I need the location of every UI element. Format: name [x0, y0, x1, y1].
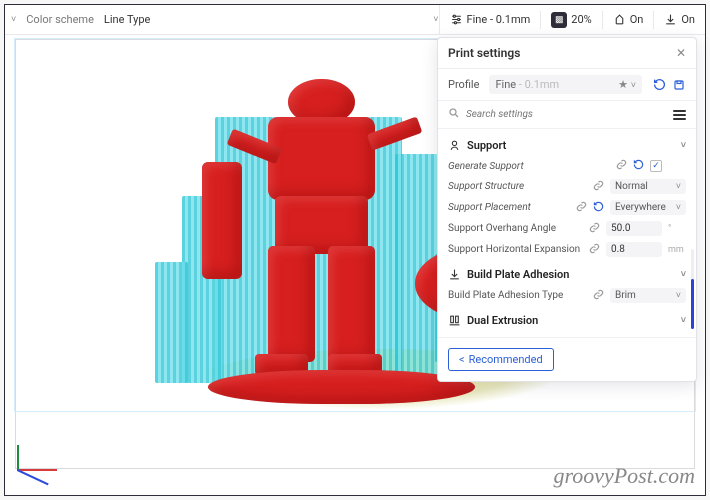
support-overhang-angle-input[interactable] — [606, 221, 662, 236]
search-icon — [448, 107, 460, 122]
model-preview — [208, 370, 474, 403]
panel-footer: < Recommended — [438, 337, 696, 381]
reset-icon[interactable] — [593, 201, 604, 215]
support-placement-select[interactable]: Everywhere˅ — [610, 200, 686, 215]
chevron-down-icon: ˅ — [681, 140, 686, 151]
link-icon[interactable] — [576, 201, 587, 215]
model-preview — [268, 246, 315, 362]
settings-visibility-button[interactable] — [673, 110, 686, 120]
support-icon — [613, 13, 626, 26]
app-frame: ˅ Color scheme Line Type ˅ Fine - 0.1mm … — [4, 4, 706, 496]
star-icon: ★ — [618, 78, 628, 91]
toolbar-right: Fine - 0.1mm ▩ 20% On On — [439, 5, 705, 34]
adhesion-toggle-label: On — [681, 13, 695, 26]
adhesion-section-icon — [448, 268, 461, 281]
recommended-label: Recommended — [469, 353, 543, 366]
adhesion-type-select[interactable]: Brim˅ — [610, 288, 686, 303]
section-adhesion[interactable]: Build Plate Adhesion ˅ — [448, 264, 686, 285]
profile-label: Profile — [448, 78, 479, 91]
link-icon[interactable] — [593, 180, 604, 194]
link-icon[interactable] — [616, 159, 627, 173]
setting-label: Support Overhang Angle — [448, 223, 583, 234]
reset-icon[interactable] — [633, 159, 644, 173]
chevron-down-icon: ˅ — [681, 315, 686, 326]
chevron-down-icon: ˅ — [631, 81, 636, 91]
setting-adhesion-type: Build Plate Adhesion Type Brim˅ — [448, 285, 686, 306]
settings-body: Support ˅ Generate Support ✓ Support Str… — [438, 129, 696, 337]
section-adhesion-title: Build Plate Adhesion — [467, 268, 569, 281]
infill-icon: ▩ — [551, 12, 567, 28]
recommended-button[interactable]: < Recommended — [448, 348, 554, 371]
link-icon[interactable] — [589, 243, 600, 257]
axis-gizmo[interactable] — [11, 421, 71, 471]
model-preview — [328, 246, 375, 362]
search-input[interactable] — [466, 109, 667, 120]
reset-profile-icon[interactable] — [652, 78, 666, 92]
section-support-title: Support — [467, 139, 506, 152]
setting-generate-support: Generate Support ✓ — [448, 156, 686, 176]
top-toolbar: ˅ Color scheme Line Type ˅ Fine - 0.1mm … — [5, 5, 705, 35]
support-section-icon — [448, 139, 461, 152]
z-axis-icon — [17, 469, 49, 485]
search-row — [438, 101, 696, 129]
section-dual-extrusion[interactable]: Dual Extrusion ˅ — [448, 310, 686, 331]
chevron-down-icon: ˅ — [681, 269, 686, 280]
scrollbar[interactable] — [691, 249, 694, 283]
quality-preset-label: Fine - 0.1mm — [467, 13, 531, 26]
chevron-down-icon: ˅ — [676, 202, 681, 213]
support-toggle-label: On — [630, 13, 644, 26]
close-icon[interactable]: ✕ — [676, 46, 686, 60]
chevron-down-icon: ˅ — [11, 14, 16, 25]
setting-label: Support Placement — [448, 202, 570, 213]
link-icon[interactable] — [593, 289, 604, 303]
chevron-down-icon: ˅ — [676, 181, 681, 192]
section-support[interactable]: Support ˅ — [448, 135, 686, 156]
section-dual-extrusion-title: Dual Extrusion — [467, 314, 538, 327]
setting-label: Generate Support — [448, 161, 610, 172]
watermark: groovyPost.com — [553, 463, 695, 489]
support-structure-select[interactable]: Normal˅ — [610, 179, 686, 194]
unit-label: ° — [668, 224, 686, 234]
unit-label: mm — [668, 245, 686, 255]
support-horizontal-expansion-input[interactable] — [606, 242, 662, 257]
setting-label: Support Horizontal Expansion — [448, 244, 583, 255]
chevron-left-icon: < — [459, 353, 465, 366]
print-settings-panel: Print settings ✕ Profile Fine - 0.1mm ★ … — [437, 37, 697, 382]
setting-label: Support Structure — [448, 181, 587, 192]
model-preview — [268, 117, 375, 200]
panel-title: Print settings — [448, 46, 520, 60]
adhesion-toggle-button[interactable]: On — [664, 13, 695, 26]
quality-preset-button[interactable]: Fine - 0.1mm — [450, 13, 531, 26]
toolbar-left: ˅ Color scheme Line Type ˅ — [5, 13, 439, 26]
setting-label: Build Plate Adhesion Type — [448, 290, 587, 301]
setting-support-structure: Support Structure Normal˅ — [448, 176, 686, 197]
setting-support-placement: Support Placement Everywhere˅ — [448, 197, 686, 218]
infill-label: 20% — [571, 13, 591, 26]
profile-row: Profile Fine - 0.1mm ★ ˅ — [438, 69, 696, 101]
link-icon[interactable] — [589, 222, 600, 236]
profile-value: Fine — [495, 78, 516, 91]
infill-button[interactable]: ▩ 20% — [551, 12, 591, 28]
profile-select[interactable]: Fine - 0.1mm ★ ˅ — [489, 75, 642, 94]
setting-support-overhang-angle: Support Overhang Angle ° — [448, 218, 686, 239]
setting-support-horizontal-expansion: Support Horizontal Expansion mm — [448, 239, 686, 260]
support-toggle-button[interactable]: On — [613, 13, 644, 26]
y-axis-icon — [17, 445, 19, 471]
chevron-down-icon: ˅ — [676, 290, 681, 301]
panel-header: Print settings ✕ — [438, 38, 696, 69]
download-icon — [664, 13, 677, 26]
support-preview — [155, 262, 188, 383]
generate-support-checkbox[interactable]: ✓ — [650, 160, 662, 172]
model-preview — [202, 162, 242, 278]
sliders-icon — [450, 13, 463, 26]
dual-extrusion-icon — [448, 314, 461, 327]
color-scheme-value[interactable]: Line Type — [104, 13, 150, 26]
save-profile-icon[interactable] — [672, 78, 686, 92]
toolbar-leading-dropdown[interactable]: ˅ — [11, 14, 16, 25]
color-scheme-label: Color scheme — [26, 13, 94, 26]
profile-detail: - 0.1mm — [519, 78, 559, 91]
